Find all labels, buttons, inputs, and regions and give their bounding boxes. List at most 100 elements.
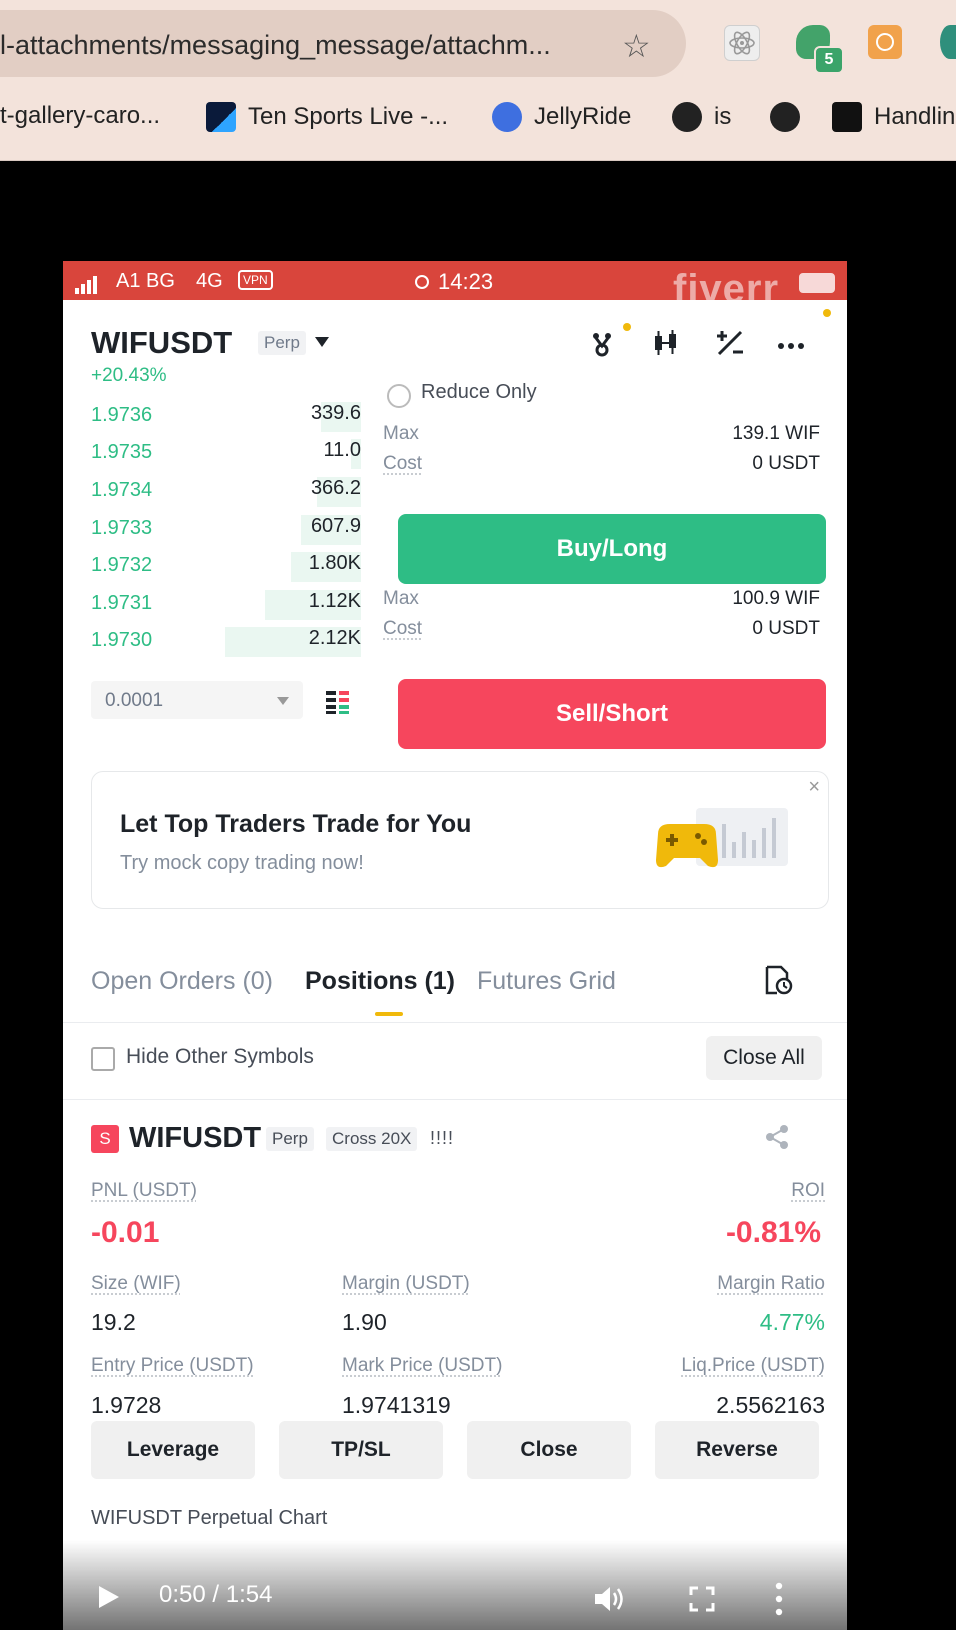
leverage-button[interactable]: Leverage: [91, 1421, 255, 1479]
teal-extension-icon[interactable]: [940, 25, 956, 59]
play-icon[interactable]: [99, 1586, 119, 1608]
position-symbol[interactable]: WIFUSDT: [129, 1122, 261, 1155]
buy-max-value: 139.1 WIF: [732, 423, 820, 445]
symbol-title[interactable]: WIFUSDT: [91, 325, 232, 361]
close-icon[interactable]: ×: [808, 776, 820, 799]
hide-other-symbols-checkbox[interactable]: [91, 1047, 115, 1071]
bid-quantity: 339.6: [311, 402, 361, 425]
position-contract-badge: Perp: [266, 1127, 314, 1151]
video-time: 0:50 / 1:54: [159, 1581, 272, 1609]
price-change: +20.43%: [91, 365, 167, 387]
medium-icon: [832, 102, 862, 132]
tick-size-select[interactable]: 0.0001: [91, 681, 303, 719]
tensports-icon: [206, 102, 236, 132]
bid-price: 1.9735: [91, 441, 152, 464]
tick-size-value: 0.0001: [105, 690, 163, 712]
jellyride-icon: [492, 102, 522, 132]
bookmark-tensports[interactable]: Ten Sports Live -...: [206, 102, 448, 132]
volume-icon[interactable]: [593, 1584, 627, 1614]
share-icon[interactable]: [763, 1123, 791, 1151]
more-options-icon[interactable]: [775, 326, 809, 360]
margin-value: 1.90: [342, 1309, 387, 1336]
bid-price: 1.9734: [91, 479, 152, 502]
order-book-row[interactable]: 1.9734 366.2: [91, 473, 361, 509]
buy-max-label: Max: [383, 423, 419, 445]
tab-positions[interactable]: Positions (1): [305, 967, 455, 996]
roi-value: -0.81%: [726, 1216, 821, 1250]
sell-cost-value: 0 USDT: [752, 618, 820, 640]
url-text[interactable]: l-attachments/messaging_message/attachm.…: [0, 30, 551, 61]
chevron-down-icon[interactable]: [315, 337, 329, 347]
battery-icon: [799, 273, 835, 293]
perpetual-chart-link[interactable]: WIFUSDT Perpetual Chart: [91, 1507, 327, 1530]
tp-sl-button[interactable]: TP/SL: [279, 1421, 443, 1479]
bookmarks-bar: t-gallery-caro... Ten Sports Live -... J…: [0, 98, 956, 138]
reverse-button[interactable]: Reverse: [655, 1421, 819, 1479]
bid-price: 1.9736: [91, 404, 152, 427]
globe-icon: [770, 102, 800, 132]
margin-label[interactable]: Margin (USDT): [342, 1273, 470, 1295]
order-book-row[interactable]: 1.9735 11.0: [91, 435, 361, 471]
size-label[interactable]: Size (WIF): [91, 1273, 181, 1295]
order-book-row[interactable]: 1.9736 339.6: [91, 398, 361, 434]
order-book-row[interactable]: 1.9732 1.80K: [91, 548, 361, 584]
video-controls: 0:50 / 1:54: [63, 1540, 847, 1630]
sell-max-label: Max: [383, 588, 419, 610]
chevron-down-icon: [277, 697, 289, 705]
watermark: fiverr: [673, 267, 779, 312]
bookmark-is[interactable]: is: [672, 102, 731, 132]
bid-quantity: 2.12K: [309, 627, 361, 650]
risk-level-indicator: !!!!: [430, 1128, 454, 1149]
close-position-button[interactable]: Close: [467, 1421, 631, 1479]
gamepad-illustration-icon: [652, 804, 792, 874]
bookmark-medium[interactable]: Handlin: [832, 102, 955, 132]
order-book-layout-icon[interactable]: [325, 689, 351, 715]
clock: 14:23: [438, 269, 493, 295]
sell-short-button[interactable]: Sell/Short: [398, 679, 826, 749]
fullscreen-icon[interactable]: [689, 1586, 715, 1612]
buy-long-button[interactable]: Buy/Long: [398, 514, 826, 584]
entry-price-label[interactable]: Entry Price (USDT): [91, 1355, 254, 1377]
bookmark-gallery[interactable]: t-gallery-caro...: [0, 102, 160, 130]
phone-screen: A1 BG 4G VPN 14:23 fiverr WIFUSDT Perp +…: [63, 261, 847, 1630]
tab-open-orders[interactable]: Open Orders (0): [91, 967, 273, 996]
close-all-button[interactable]: Close All: [706, 1036, 822, 1080]
candlestick-chart-icon[interactable]: [649, 326, 683, 360]
address-bar[interactable]: l-attachments/messaging_message/attachm.…: [0, 10, 686, 77]
size-value: 19.2: [91, 1309, 136, 1336]
notification-dot: [823, 309, 831, 317]
margin-ratio-label[interactable]: Margin Ratio: [717, 1273, 825, 1295]
react-devtools-extension-icon[interactable]: [724, 25, 760, 61]
extension-badge: 5: [814, 46, 844, 74]
network-type: 4G: [196, 270, 223, 293]
bid-price: 1.9732: [91, 554, 152, 577]
bid-quantity: 11.0: [324, 439, 361, 462]
order-book-row[interactable]: 1.9733 607.9: [91, 511, 361, 547]
more-vertical-icon[interactable]: [775, 1582, 783, 1616]
tab-futures-grid[interactable]: Futures Grid: [477, 967, 616, 996]
bookmark-star-icon[interactable]: ☆: [622, 30, 651, 62]
download-extension-icon[interactable]: [868, 25, 902, 59]
mark-price-label[interactable]: Mark Price (USDT): [342, 1355, 502, 1377]
percent-calculator-icon[interactable]: [713, 326, 747, 360]
mark-price-value: 1.9741319: [342, 1392, 451, 1419]
bookmark-globe[interactable]: [770, 102, 812, 132]
bid-quantity: 607.9: [311, 515, 361, 538]
hide-other-symbols-label[interactable]: Hide Other Symbols: [126, 1045, 314, 1069]
order-book-row[interactable]: 1.9730 2.12K: [91, 623, 361, 659]
browser-toolbar: l-attachments/messaging_message/attachm.…: [0, 0, 956, 161]
tabs-divider: [63, 1022, 847, 1023]
reduce-only-radio[interactable]: [387, 384, 411, 408]
margin-mode-badge[interactable]: Cross 20X: [326, 1127, 417, 1151]
roi-label[interactable]: ROI: [791, 1180, 825, 1202]
pnl-label[interactable]: PNL (USDT): [91, 1180, 197, 1202]
order-book-row[interactable]: 1.9731 1.12K: [91, 586, 361, 622]
bookmark-jellyride[interactable]: JellyRide: [492, 102, 631, 132]
liq-price-label[interactable]: Liq.Price (USDT): [681, 1355, 825, 1377]
order-history-icon[interactable]: [763, 965, 793, 995]
reduce-only-label: Reduce Only: [421, 381, 537, 404]
copy-trading-banner[interactable]: Let Top Traders Trade for You Try mock c…: [91, 771, 829, 909]
globe-icon: [672, 102, 702, 132]
copy-trade-icon[interactable]: [585, 326, 619, 360]
sell-max-value: 100.9 WIF: [732, 588, 820, 610]
